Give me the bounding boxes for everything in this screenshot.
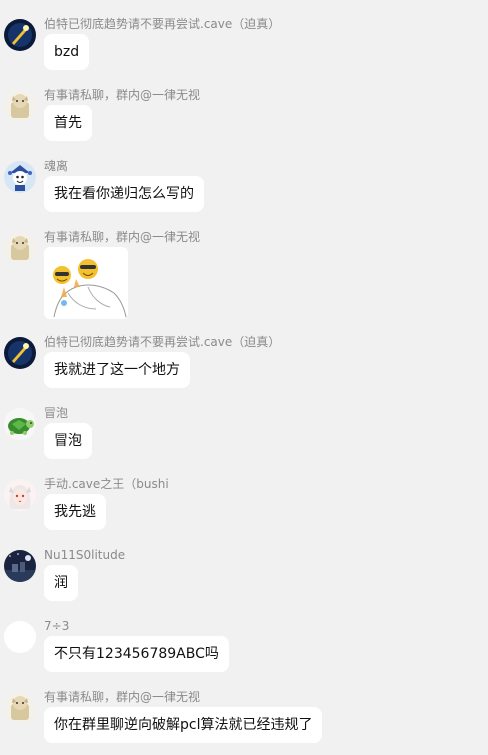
message-item: 有事请私聊，群内@一律无视 首先 xyxy=(0,88,488,146)
message-bubble[interactable]: 首先 xyxy=(44,105,92,141)
message-bubble[interactable]: 我就进了这一个地方 xyxy=(44,352,190,388)
message-bubble[interactable]: 我先逃 xyxy=(44,494,106,530)
jester-avatar-icon[interactable] xyxy=(4,161,36,193)
message-item: 冒泡 冒泡 xyxy=(0,406,488,464)
cheers-sticker-image[interactable] xyxy=(44,247,128,319)
message-item: 有事请私聊，群内@一律无视 xyxy=(0,230,488,324)
cat-avatar-icon[interactable] xyxy=(4,232,36,264)
sender-name: 手动.cave之王（bushi xyxy=(44,477,169,491)
cat-avatar-icon[interactable] xyxy=(4,692,36,724)
sender-name: 伯特已彻底趋势请不要再尝试.cave（迫真） xyxy=(44,17,281,31)
sender-name: 冒泡 xyxy=(44,406,69,420)
message-item: 有事请私聊，群内@一律无视 你在群里聊逆向破解pcl算法就已经违规了 xyxy=(0,690,488,748)
message-bubble[interactable]: 我在看你递归怎么写的 xyxy=(44,176,204,212)
sender-name: 有事请私聊，群内@一律无视 xyxy=(44,230,201,244)
message-item: 魂离 我在看你递归怎么写的 xyxy=(0,159,488,217)
message-item: 伯特已彻底趋势请不要再尝试.cave（迫真） bzd xyxy=(0,17,488,73)
turtle-avatar-icon[interactable] xyxy=(4,408,36,440)
message-item: 手动.cave之王（bushi 我先逃 xyxy=(0,477,488,535)
blank-avatar-icon[interactable] xyxy=(4,621,36,653)
comet-avatar-icon[interactable] xyxy=(4,19,36,51)
cat-avatar-icon[interactable] xyxy=(4,90,36,122)
message-bubble[interactable]: bzd xyxy=(44,34,90,70)
message-bubble[interactable]: 你在群里聊逆向破解pcl算法就已经违规了 xyxy=(44,707,323,743)
message-item: 7÷3 不只有123456789ABC吗 xyxy=(0,619,488,677)
message-item: 伯特已彻底趋势请不要再尝试.cave（迫真） 我就进了这一个地方 xyxy=(0,335,488,393)
message-item: Nu11S0litude 润 xyxy=(0,548,488,606)
sender-name: 伯特已彻底趋势请不要再尝试.cave（迫真） xyxy=(44,335,281,349)
message-bubble[interactable]: 润 xyxy=(44,565,78,601)
sender-name: 魂离 xyxy=(44,159,69,173)
anime-girl-avatar-icon[interactable] xyxy=(4,479,36,511)
message-bubble[interactable]: 冒泡 xyxy=(44,423,92,459)
comet-avatar-icon[interactable] xyxy=(4,337,36,369)
sender-name: 7÷3 xyxy=(44,619,70,633)
night-scene-avatar-icon[interactable] xyxy=(4,550,36,582)
sender-name: Nu11S0litude xyxy=(44,548,126,562)
message-bubble[interactable]: 不只有123456789ABC吗 xyxy=(44,636,229,672)
sender-name: 有事请私聊，群内@一律无视 xyxy=(44,690,201,704)
sender-name: 有事请私聊，群内@一律无视 xyxy=(44,88,201,102)
